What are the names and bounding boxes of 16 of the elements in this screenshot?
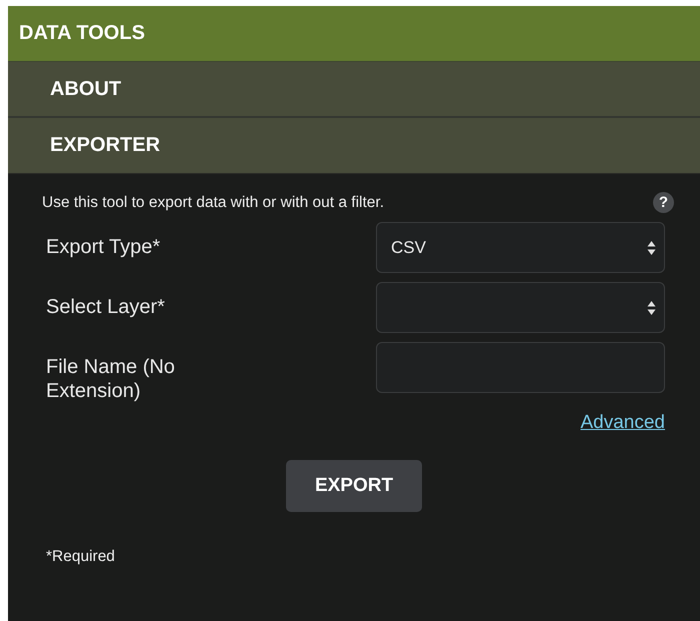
sort-arrows-icon	[647, 300, 656, 316]
field-label: Select Layer*	[46, 295, 166, 319]
sort-arrows-icon	[647, 240, 656, 256]
panel-title: DATA TOOLS	[8, 6, 700, 62]
required-note: *Required	[46, 548, 115, 566]
input-field[interactable]	[376, 342, 665, 393]
accordion-header[interactable]: ABOUT	[8, 62, 700, 118]
field-label: Export Type*	[46, 235, 162, 259]
advanced-link[interactable]: Advanced	[580, 412, 665, 434]
select-field[interactable]	[376, 282, 665, 333]
select-field[interactable]: CSV	[376, 222, 665, 273]
accordion-header[interactable]: EXPORTER	[8, 118, 700, 174]
description-text: Use this tool to export data with or with out a filter.	[42, 194, 386, 212]
field-label: File Name (No Extension)	[46, 355, 176, 403]
help-icon[interactable]: ?	[653, 192, 674, 213]
export-button[interactable]: EXPORT	[286, 460, 422, 512]
